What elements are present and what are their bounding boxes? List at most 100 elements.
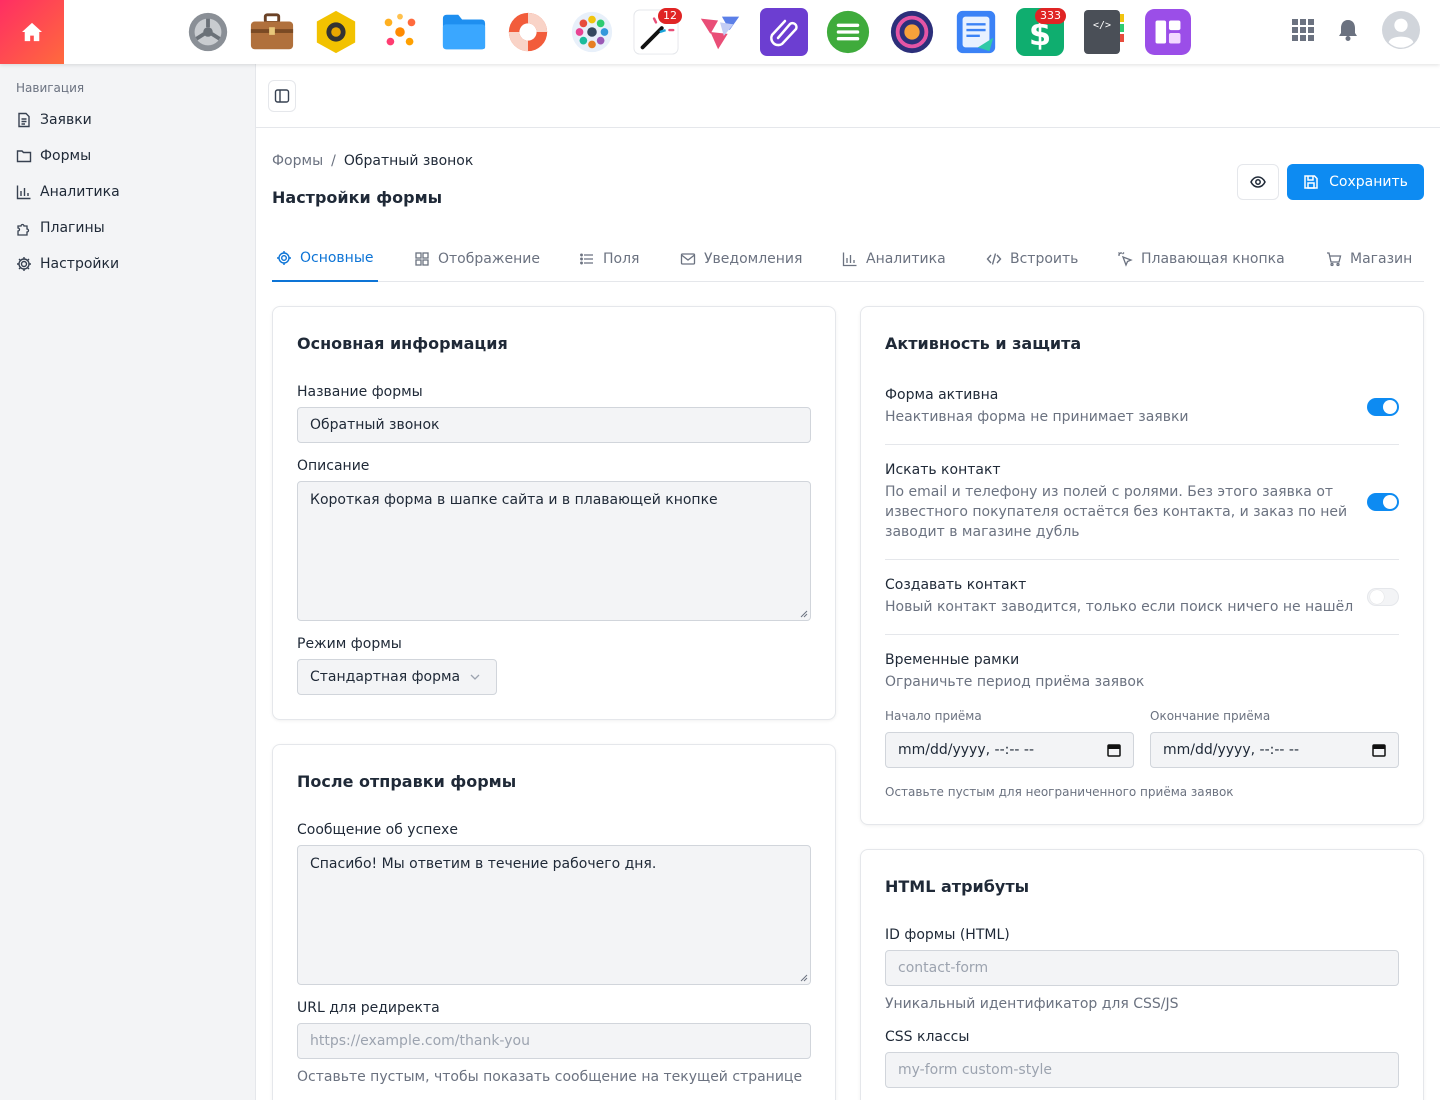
- sidebar-panel-icon: [274, 89, 290, 103]
- tab-label: Основные: [300, 250, 374, 266]
- shopping-cart-icon: [1327, 252, 1342, 267]
- time-frame-label: Временные рамки: [885, 652, 1020, 668]
- apps-grid-icon[interactable]: [1292, 19, 1314, 45]
- time-frame-help: Ограничьте период приёма заявок: [885, 674, 1145, 690]
- content-toolbar: [256, 64, 1440, 128]
- sidebar-item-requests[interactable]: Заявки: [16, 108, 92, 132]
- form-name-input[interactable]: Обратный звонок: [297, 407, 811, 443]
- preview-button[interactable]: [1237, 164, 1279, 200]
- bell-icon[interactable]: [1338, 19, 1358, 45]
- sidebar-item-analytics[interactable]: Аналитика: [16, 180, 120, 204]
- home-button[interactable]: [0, 0, 64, 64]
- sidebar-item-label: Плагины: [40, 220, 105, 236]
- sidebar-item-label: Формы: [40, 148, 92, 164]
- html-id-help: Уникальный идентификатор для CSS/JS: [885, 996, 1179, 1012]
- bar-chart-icon: [842, 252, 857, 267]
- end-date-value: mm/dd/yyyy, --:-- --: [1163, 742, 1300, 758]
- tab-shop[interactable]: Магазин: [1322, 236, 1412, 282]
- form-mode-select[interactable]: Стандартная форма: [297, 659, 497, 695]
- document-icon: [18, 112, 30, 128]
- card-title: Основная информация: [297, 334, 508, 353]
- tab-label: Встроить: [1010, 251, 1079, 267]
- card-title: Активность и защита: [885, 334, 1082, 353]
- settings-tabs: Основные Отображение Поля Уведомления Ан…: [272, 236, 1424, 282]
- calendar-icon[interactable]: [1107, 743, 1121, 757]
- form-name-label: Название формы: [297, 384, 423, 400]
- gear-icon: [277, 251, 291, 265]
- tab-label: Уведомления: [704, 251, 803, 267]
- folder-app-icon[interactable]: [440, 8, 488, 56]
- tab-display[interactable]: Отображение: [410, 236, 540, 282]
- docs-app-icon[interactable]: [952, 8, 1000, 56]
- notification-badge: 333: [1035, 8, 1066, 24]
- start-date-input[interactable]: mm/dd/yyyy, --:-- --: [885, 732, 1134, 768]
- tab-basic[interactable]: Основные: [272, 236, 378, 282]
- layout-app-icon[interactable]: [1144, 8, 1192, 56]
- sidebar-item-forms[interactable]: Формы: [16, 144, 91, 168]
- list-icon: [580, 253, 593, 265]
- tab-label: Плавающая кнопка: [1141, 251, 1285, 267]
- description-textarea[interactable]: Короткая форма в шапке сайта и в плавающ…: [297, 481, 811, 621]
- sidebar-title: Навигация: [16, 81, 85, 95]
- end-date-input[interactable]: mm/dd/yyyy, --:-- --: [1150, 732, 1399, 768]
- breadcrumb-link-forms[interactable]: Формы: [272, 153, 323, 169]
- sparkles-app-icon[interactable]: [376, 8, 424, 56]
- divider: [885, 634, 1399, 635]
- lifebuoy-app-icon[interactable]: [504, 8, 552, 56]
- redirect-url-input[interactable]: https://example.com/thank-you: [297, 1023, 811, 1059]
- paperclip-app-icon[interactable]: [760, 8, 808, 56]
- tab-notifications[interactable]: Уведомления: [676, 236, 802, 282]
- settings-app-icon[interactable]: [184, 8, 232, 56]
- form-active-label: Форма активна: [885, 387, 999, 403]
- breadcrumb-separator: /: [331, 153, 336, 169]
- form-active-toggle[interactable]: [1367, 398, 1399, 416]
- sidebar-toggle-button[interactable]: [268, 80, 296, 112]
- bar-chart-icon: [16, 185, 31, 200]
- folder-icon: [16, 150, 32, 163]
- save-button-label: Сохранить: [1329, 174, 1408, 190]
- after-submit-card: После отправки формы Сообщение об успехе…: [272, 744, 836, 1100]
- menu-app-icon[interactable]: [824, 8, 872, 56]
- mosaic-app-icon[interactable]: [568, 8, 616, 56]
- dollar-app-icon[interactable]: $ 333: [1016, 8, 1066, 56]
- css-classes-input[interactable]: my-form custom-style: [885, 1052, 1399, 1088]
- redirect-url-help: Оставьте пустым, чтобы показать сообщени…: [297, 1069, 803, 1085]
- magic-wand-app-icon[interactable]: 12: [632, 8, 682, 56]
- sidebar-item-plugins[interactable]: Плагины: [16, 216, 105, 240]
- code-app-icon[interactable]: </>: [1080, 8, 1128, 56]
- tab-floating-button[interactable]: Плавающая кнопка: [1113, 236, 1285, 282]
- sidebar-item-label: Аналитика: [40, 184, 120, 200]
- search-contact-toggle[interactable]: [1367, 493, 1399, 511]
- media-app-icon[interactable]: [888, 8, 936, 56]
- tab-fields[interactable]: Поля: [575, 236, 639, 282]
- camera-app-icon[interactable]: [312, 8, 360, 56]
- floppy-disk-icon: [1304, 175, 1318, 189]
- sidebar-item-settings[interactable]: Настройки: [16, 252, 119, 276]
- search-contact-label: Искать контакт: [885, 462, 1001, 478]
- redirect-url-label: URL для редиректа: [297, 1000, 440, 1016]
- save-button[interactable]: Сохранить: [1287, 164, 1424, 200]
- avatar[interactable]: [1382, 11, 1420, 53]
- calendar-icon[interactable]: [1372, 743, 1386, 757]
- code-icon: [986, 253, 1002, 265]
- tab-label: Поля: [603, 251, 640, 267]
- sidebar-item-label: Заявки: [40, 112, 92, 128]
- css-classes-label: CSS классы: [885, 1029, 970, 1045]
- paper-plane-app-icon[interactable]: [696, 8, 744, 56]
- create-contact-label: Создавать контакт: [885, 577, 1027, 593]
- tab-embed[interactable]: Встроить: [982, 236, 1078, 282]
- resize-handle-icon[interactable]: [800, 974, 808, 982]
- sidebar-item-label: Настройки: [40, 256, 120, 272]
- divider: [885, 559, 1399, 560]
- briefcase-app-icon[interactable]: [248, 8, 296, 56]
- top-right-tools: [1292, 8, 1420, 56]
- create-contact-toggle[interactable]: [1367, 588, 1399, 606]
- cursor-click-icon: [1118, 252, 1133, 267]
- success-message-textarea[interactable]: Спасибо! Мы ответим в течение рабочего д…: [297, 845, 811, 985]
- tab-analytics[interactable]: Аналитика: [838, 236, 946, 282]
- eye-icon: [1250, 176, 1266, 188]
- app-launcher-bar: 12 $ 333 </>: [184, 8, 1192, 56]
- html-id-input[interactable]: contact-form: [885, 950, 1399, 986]
- home-icon: [22, 22, 42, 42]
- resize-handle-icon[interactable]: [800, 610, 808, 618]
